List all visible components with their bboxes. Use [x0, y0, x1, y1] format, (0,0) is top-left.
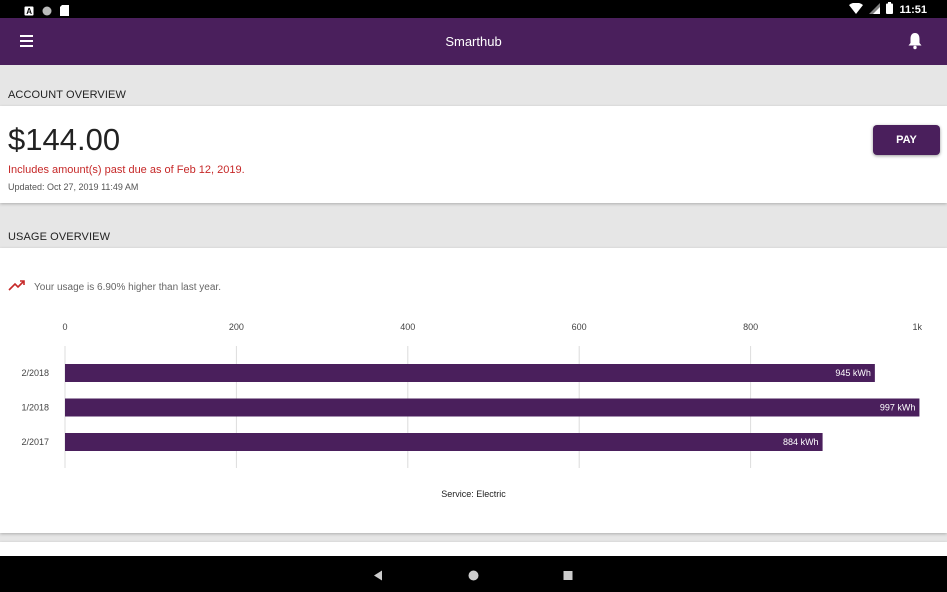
- balance-amount: $144.00: [8, 122, 121, 157]
- service-label: Service: Electric: [441, 489, 506, 499]
- home-icon[interactable]: [468, 568, 479, 586]
- updated-timestamp: Updated: Oct 27, 2019 11:49 AM: [8, 182, 139, 192]
- x-tick-label: 0: [62, 322, 67, 332]
- app-bar: Smarthub: [0, 18, 947, 65]
- app-title: Smarthub: [445, 34, 502, 49]
- back-icon[interactable]: [373, 568, 383, 586]
- usage-trend-text: Your usage is 6.90% higher than last yea…: [34, 281, 221, 293]
- account-overview-header: ACCOUNT OVERVIEW: [0, 65, 947, 105]
- bar-value-label: 945 kWh: [835, 368, 871, 378]
- clock-time: 11:51: [899, 3, 927, 16]
- navigation-bar: [0, 556, 947, 592]
- signal-icon: [869, 2, 881, 17]
- usage-overview-title: USAGE OVERVIEW: [8, 231, 111, 243]
- x-tick-label: 1k: [912, 322, 922, 332]
- wifi-icon: [849, 2, 864, 17]
- x-tick-label: 800: [743, 322, 758, 332]
- next-card-edge: [0, 542, 947, 556]
- usage-bar-chart: 0 200 400 600 800 1k 2/2018 945 kWh 1/2018 997 kW…: [21, 322, 922, 468]
- account-overview-title: ACCOUNT OVERVIEW: [8, 89, 126, 101]
- bar-value-label: 997 kWh: [880, 403, 916, 413]
- trending-up-icon: [8, 278, 26, 296]
- y-category-label: 2/2018: [21, 368, 49, 378]
- usage-bar: [65, 398, 920, 417]
- bar-value-label: 884 kWh: [783, 437, 819, 447]
- usage-bar: [65, 433, 823, 451]
- pay-button[interactable]: PAY: [873, 125, 940, 155]
- usage-overview-header: USAGE OVERVIEW: [0, 207, 947, 247]
- recents-icon[interactable]: [563, 568, 573, 586]
- battery-icon: [886, 2, 894, 17]
- account-overview-card: $144.00 Includes amount(s) past due as o…: [0, 106, 947, 203]
- x-tick-label: 400: [400, 322, 415, 332]
- usage-bar: [65, 364, 875, 382]
- notification-bell-icon[interactable]: [907, 32, 923, 50]
- svg-text:A: A: [26, 7, 32, 16]
- x-tick-label: 200: [229, 322, 244, 332]
- y-category-label: 1/2018: [21, 403, 49, 413]
- y-category-label: 2/2017: [21, 437, 49, 447]
- status-bar: A 11:51: [0, 0, 947, 18]
- usage-trend: Your usage is 6.90% higher than last yea…: [8, 278, 221, 296]
- usage-overview-card: Your usage is 6.90% higher than last yea…: [0, 248, 947, 533]
- x-tick-label: 600: [572, 322, 587, 332]
- past-due-notice: Includes amount(s) past due as of Feb 12…: [8, 164, 245, 176]
